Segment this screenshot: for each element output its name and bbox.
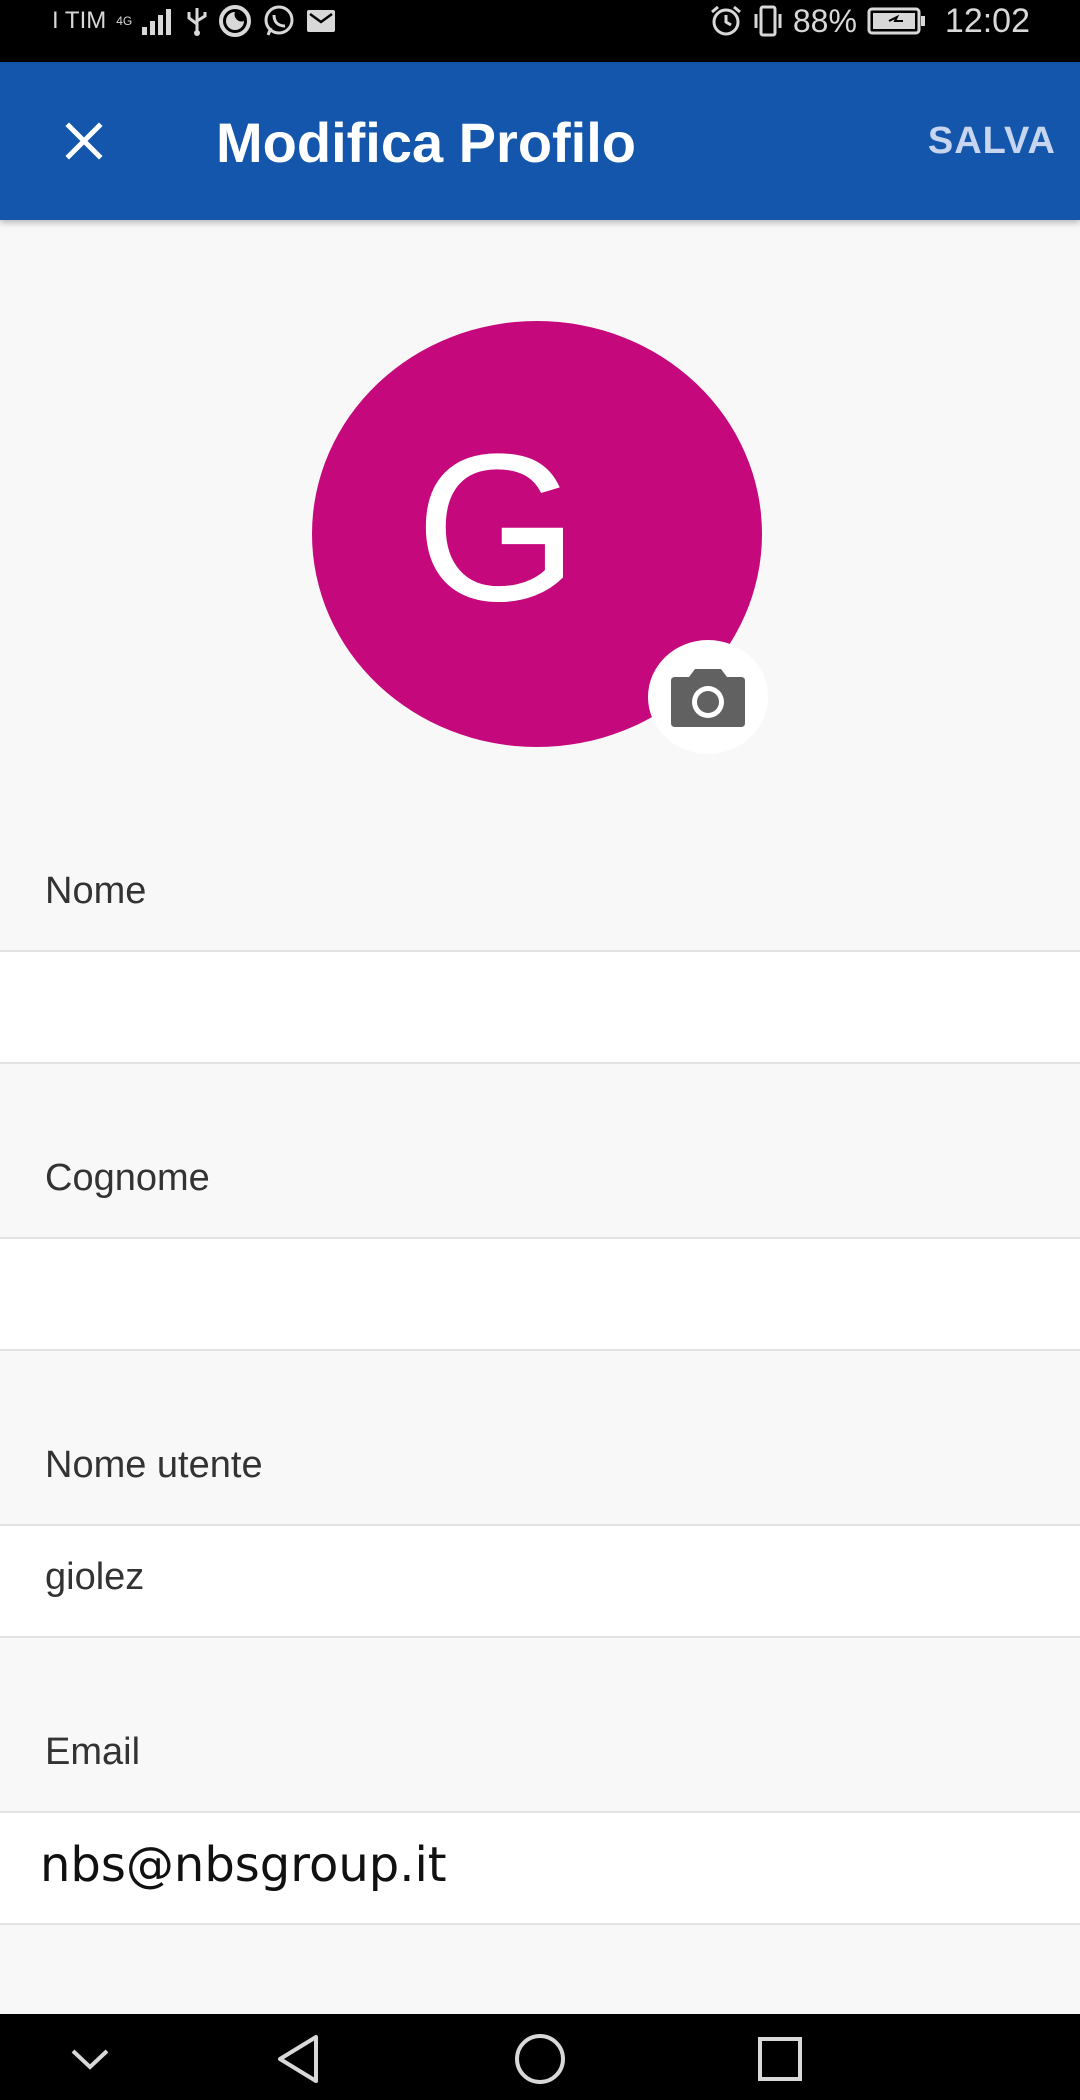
last-name-field[interactable]	[0, 1237, 1080, 1351]
usb-icon	[186, 6, 208, 36]
mail-icon	[306, 8, 336, 34]
vibrate-icon	[753, 4, 783, 38]
username-value: giolez	[45, 1556, 145, 1598]
chevron-down-icon	[71, 2049, 109, 2070]
avatar-initial: G	[415, 410, 579, 645]
back-icon	[278, 2035, 318, 2083]
recents-button[interactable]	[740, 2024, 820, 2094]
username-field[interactable]: giolez	[0, 1524, 1080, 1638]
email-value: nbs@nbsgroup.it	[40, 1837, 447, 1893]
username-label: Nome utente	[45, 1444, 263, 1486]
first-name-label: Nome	[45, 870, 147, 912]
close-button[interactable]	[52, 109, 116, 173]
recents-icon	[758, 2037, 802, 2081]
clock: 12:02	[944, 1, 1030, 40]
status-left: I TIM 4G	[52, 0, 336, 42]
status-bar: I TIM 4G 88% 12:02	[0, 0, 1080, 62]
status-right: 88% 12:02	[709, 0, 1030, 42]
network-type-top: 4G	[116, 14, 133, 28]
home-icon	[515, 2034, 565, 2084]
whatsapp-icon	[262, 4, 296, 38]
camera-icon	[671, 669, 745, 727]
email-label: Email	[45, 1731, 141, 1773]
app-bar: Modifica Profilo SALVA	[0, 62, 1080, 220]
navigation-bar	[0, 2014, 1080, 2100]
carrier-name: I TIM	[52, 7, 107, 34]
signal-icon	[142, 7, 176, 35]
email-field[interactable]: nbs@nbsgroup.it	[0, 1811, 1080, 1925]
close-icon	[65, 122, 103, 160]
alarm-icon	[709, 4, 743, 38]
back-button[interactable]	[258, 2024, 338, 2094]
first-name-field[interactable]	[0, 950, 1080, 1064]
last-name-label: Cognome	[45, 1157, 210, 1199]
battery-icon	[867, 7, 927, 35]
page-title: Modifica Profilo	[216, 111, 636, 174]
home-button[interactable]	[500, 2024, 580, 2094]
hide-nav-button[interactable]	[50, 2024, 130, 2094]
network-type: 4G	[116, 15, 132, 27]
save-button[interactable]: SALVA	[928, 120, 1056, 163]
battery-percent: 88%	[792, 2, 857, 39]
change-photo-button[interactable]	[648, 640, 768, 754]
moon-icon	[218, 4, 252, 38]
